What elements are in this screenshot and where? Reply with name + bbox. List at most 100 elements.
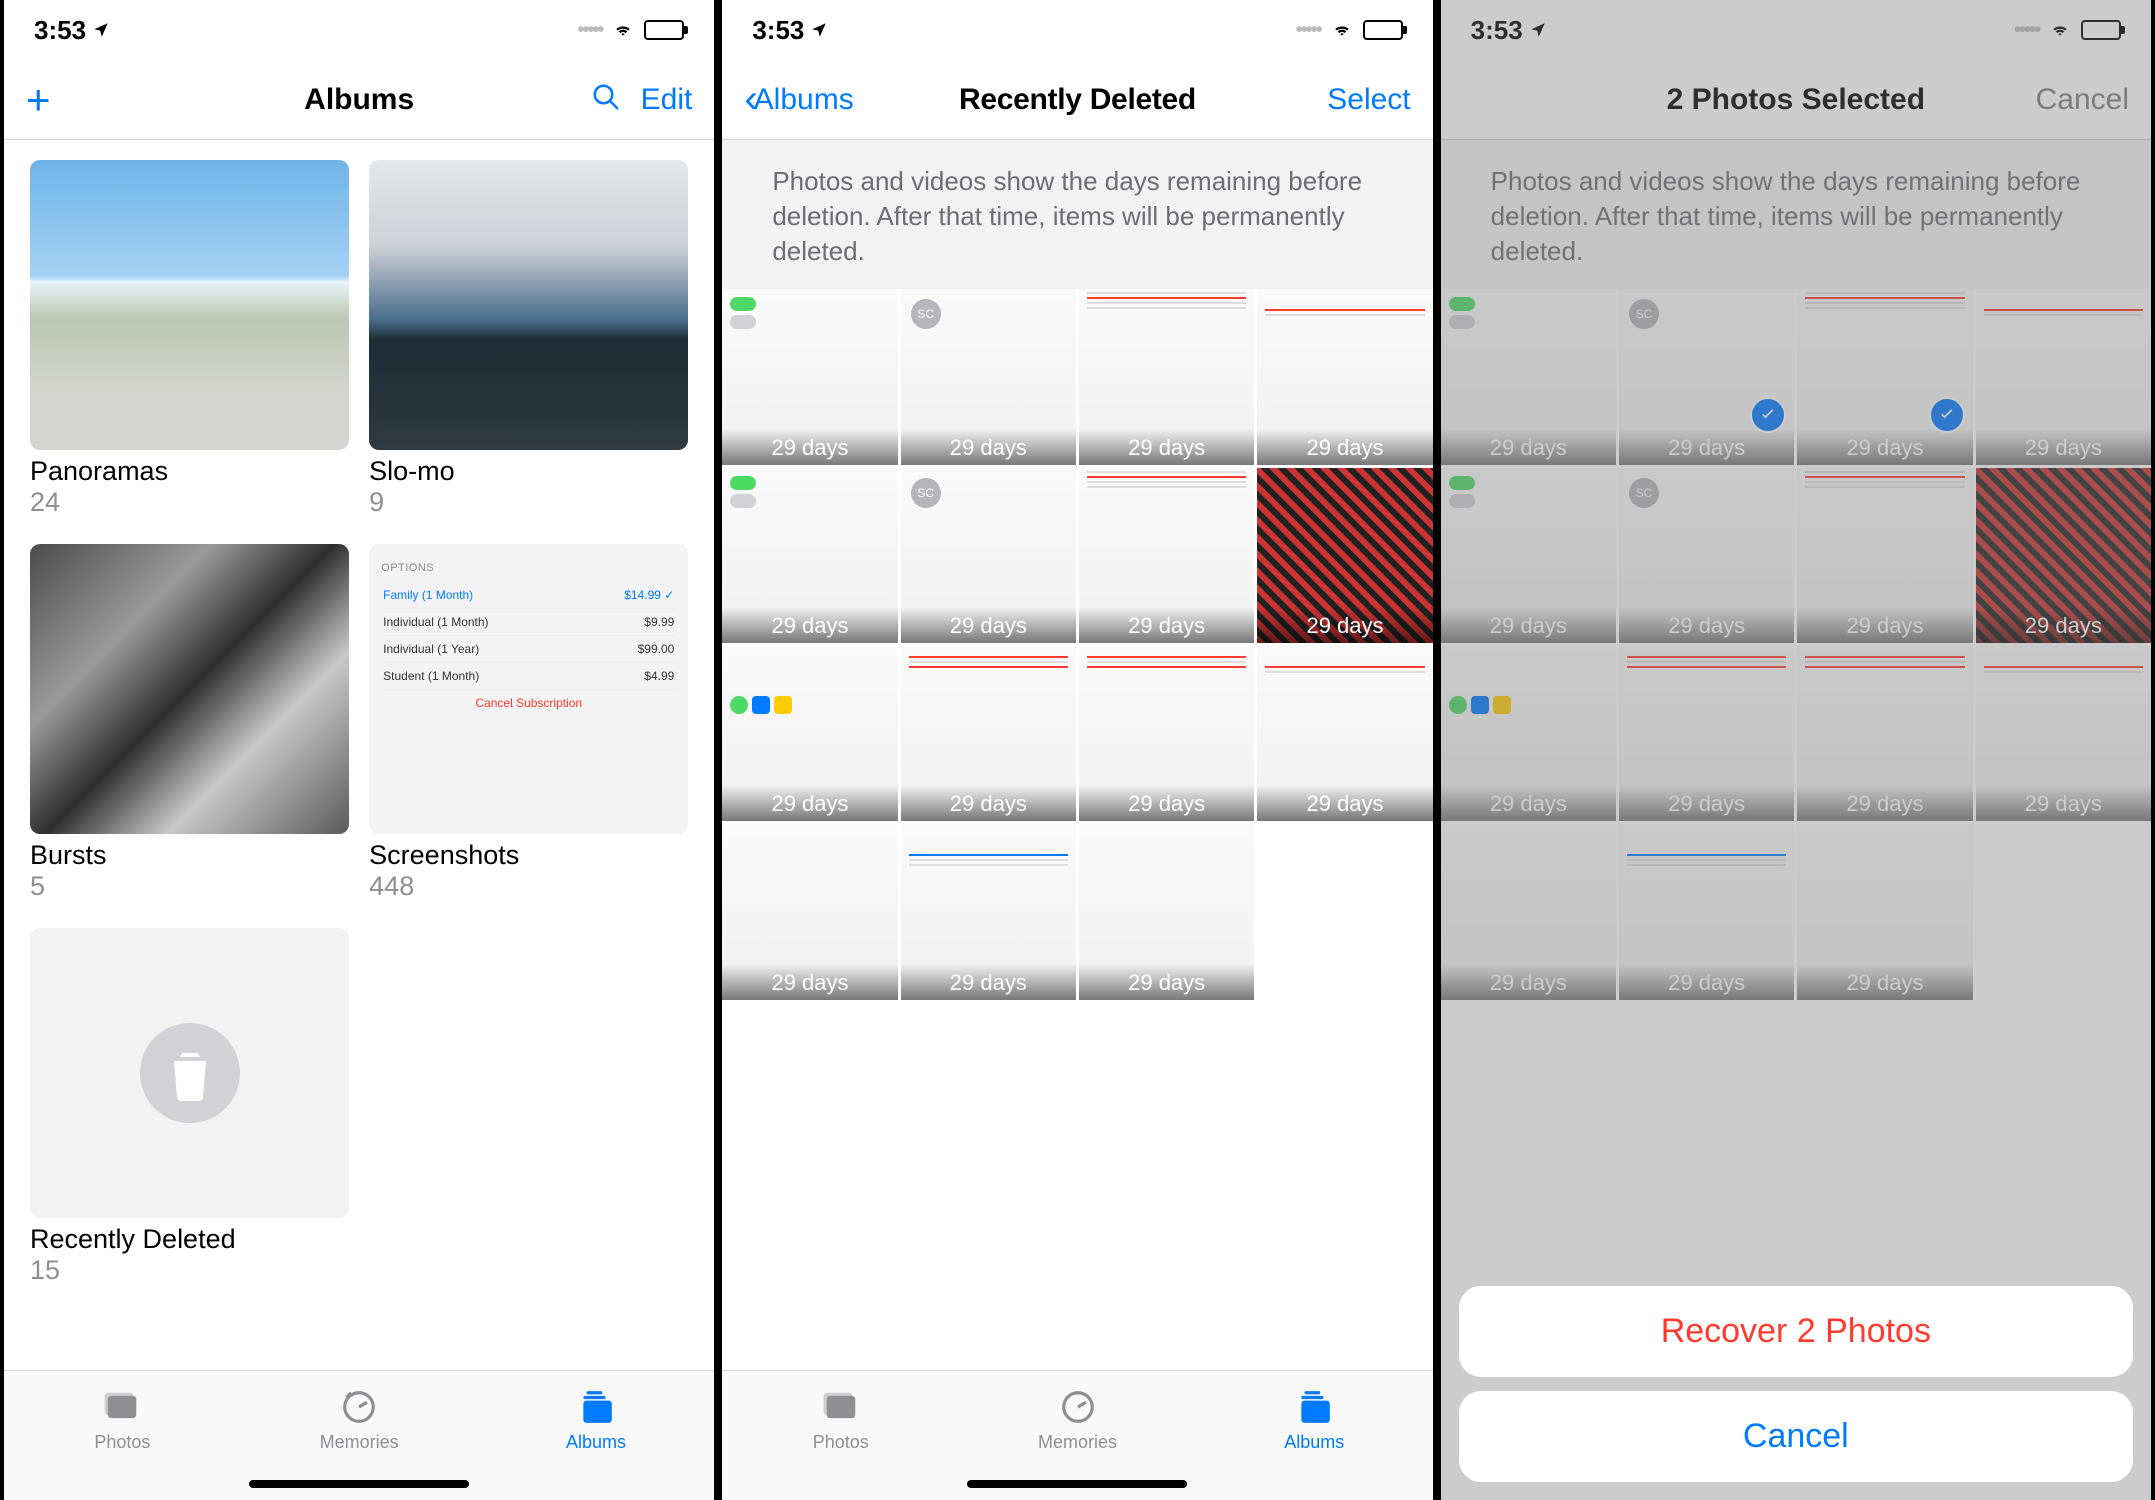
days-remaining-badge: 29 days [722,785,897,821]
photo-cell[interactable]: 29 days [1976,289,2151,464]
album-count: 5 [30,871,349,902]
recover-photos-button[interactable]: Recover 2 Photos [1459,1286,2133,1377]
album-panoramas[interactable]: Panoramas 24 [30,160,349,518]
wifi-icon [1329,15,1355,46]
screen-recently-deleted: 3:53 ••••• ‹ Albums Recently Deleted Sel… [718,0,1436,1500]
album-count: 15 [30,1255,349,1286]
photo-cell[interactable]: 29 days [1797,289,1972,464]
tab-bar: Photos Memories Albums [4,1370,714,1500]
tab-memories[interactable]: Memories [959,1371,1196,1470]
photo-cell[interactable]: 29 days [1797,646,1972,821]
select-button[interactable]: Select [1327,83,1410,117]
photo-cell[interactable]: 29 days [1619,646,1794,821]
tab-photos[interactable]: Photos [4,1371,241,1470]
photo-grid: 29 daysSC29 days29 days29 days29 daysSC2… [722,289,1432,999]
days-remaining-badge: 29 days [1797,607,1972,643]
wifi-icon [610,15,636,46]
photo-cell[interactable]: SC29 days [1619,468,1794,643]
album-thumbnail: OPTIONS Family (1 Month)$14.99 ✓ Individ… [369,544,688,834]
signal-dots: ••••• [1296,19,1321,42]
photo-cell[interactable]: 29 days [1797,468,1972,643]
days-remaining-badge: 29 days [901,785,1076,821]
album-thumbnail [30,928,349,1218]
home-indicator[interactable] [249,1480,469,1488]
albums-grid: Panoramas 24 Slo-mo 9 Bursts 5 OPTIONS F… [4,140,714,1370]
photo-cell[interactable]: 29 days [1079,289,1254,464]
album-thumbnail [369,160,688,450]
days-remaining-badge: 29 days [1257,607,1432,643]
screen-albums: 3:53 ••••• + Albums Edit Panoramas [0,0,718,1500]
photo-cell[interactable]: 29 days [1257,468,1432,643]
status-bar: 3:53 ••••• [722,0,1432,60]
options-header: OPTIONS [381,562,676,574]
photo-cell[interactable]: 29 days [1976,646,2151,821]
nav-bar: ‹ Albums Recently Deleted Select [722,60,1432,140]
album-thumbnail [30,544,349,834]
album-name: Screenshots [369,840,688,871]
days-remaining-badge: 29 days [1619,964,1794,1000]
signal-dots: ••••• [577,19,602,42]
photo-cell[interactable]: SC29 days [901,289,1076,464]
photo-cell[interactable]: 29 days [1441,646,1616,821]
album-thumbnail [30,160,349,450]
photo-cell[interactable]: 29 days [1797,824,1972,999]
action-sheet-cancel-button[interactable]: Cancel [1459,1391,2133,1482]
album-screenshots[interactable]: OPTIONS Family (1 Month)$14.99 ✓ Individ… [369,544,688,902]
album-bursts[interactable]: Bursts 5 [30,544,349,902]
photo-cell[interactable]: SC29 days [901,468,1076,643]
status-time: 3:53 [752,15,804,46]
nav-bar: 2 Photos Selected Cancel [1441,60,2151,140]
page-title: Recently Deleted [864,83,1290,117]
photo-cell[interactable]: 29 days [1441,824,1616,999]
days-remaining-badge: 29 days [1079,607,1254,643]
add-album-button[interactable]: + [26,79,51,121]
days-remaining-badge: 29 days [722,429,897,465]
deletion-description: Photos and videos show the days remainin… [722,140,1432,289]
home-indicator[interactable] [967,1480,1187,1488]
photo-cell[interactable]: 29 days [722,289,897,464]
back-button[interactable]: ‹ Albums [744,77,853,122]
tab-memories[interactable]: Memories [241,1371,478,1470]
photo-cell[interactable]: 29 days [1079,824,1254,999]
days-remaining-badge: 29 days [722,607,897,643]
album-count: 24 [30,487,349,518]
days-remaining-badge: 29 days [901,607,1076,643]
days-remaining-badge: 29 days [1619,785,1794,821]
photo-cell[interactable]: 29 days [901,646,1076,821]
photo-cell[interactable]: 29 days [1257,646,1432,821]
photo-cell[interactable]: 29 days [1619,824,1794,999]
photo-cell[interactable]: SC29 days [1619,289,1794,464]
trash-icon [140,1023,240,1123]
photo-grid: 29 daysSC29 days29 days29 days29 daysSC2… [1441,289,2151,999]
photo-cell[interactable]: 29 days [722,468,897,643]
signal-dots: ••••• [2014,19,2039,42]
edit-button[interactable]: Edit [641,83,693,117]
status-time: 3:53 [1471,15,1523,46]
album-recently-deleted[interactable]: Recently Deleted 15 [30,928,349,1286]
location-icon [810,15,828,46]
action-sheet: Recover 2 Photos Cancel [1459,1286,2133,1482]
status-bar: 3:53 ••••• [1441,0,2151,60]
days-remaining-badge: 29 days [1976,607,2151,643]
photo-cell[interactable]: 29 days [1976,468,2151,643]
search-icon[interactable] [591,82,621,117]
tab-albums[interactable]: Albums [478,1371,715,1470]
photo-cell[interactable]: 29 days [1441,468,1616,643]
days-remaining-badge: 29 days [1441,785,1616,821]
photo-cell[interactable]: 29 days [901,824,1076,999]
tab-albums[interactable]: Albums [1196,1371,1433,1470]
photo-cell[interactable]: 29 days [1079,468,1254,643]
photo-cell[interactable]: 29 days [722,824,897,999]
photo-cell[interactable]: 29 days [1079,646,1254,821]
battery-icon [1363,20,1403,40]
tab-bar: Photos Memories Albums [722,1370,1432,1500]
album-count: 9 [369,487,688,518]
photo-cell[interactable]: 29 days [1441,289,1616,464]
tab-photos[interactable]: Photos [722,1371,959,1470]
nav-bar: + Albums Edit [4,60,714,140]
cancel-selection-button[interactable]: Cancel [2036,83,2129,117]
photo-cell[interactable]: 29 days [722,646,897,821]
days-remaining-badge: 29 days [1797,429,1972,465]
album-slomo[interactable]: Slo-mo 9 [369,160,688,518]
photo-cell[interactable]: 29 days [1257,289,1432,464]
